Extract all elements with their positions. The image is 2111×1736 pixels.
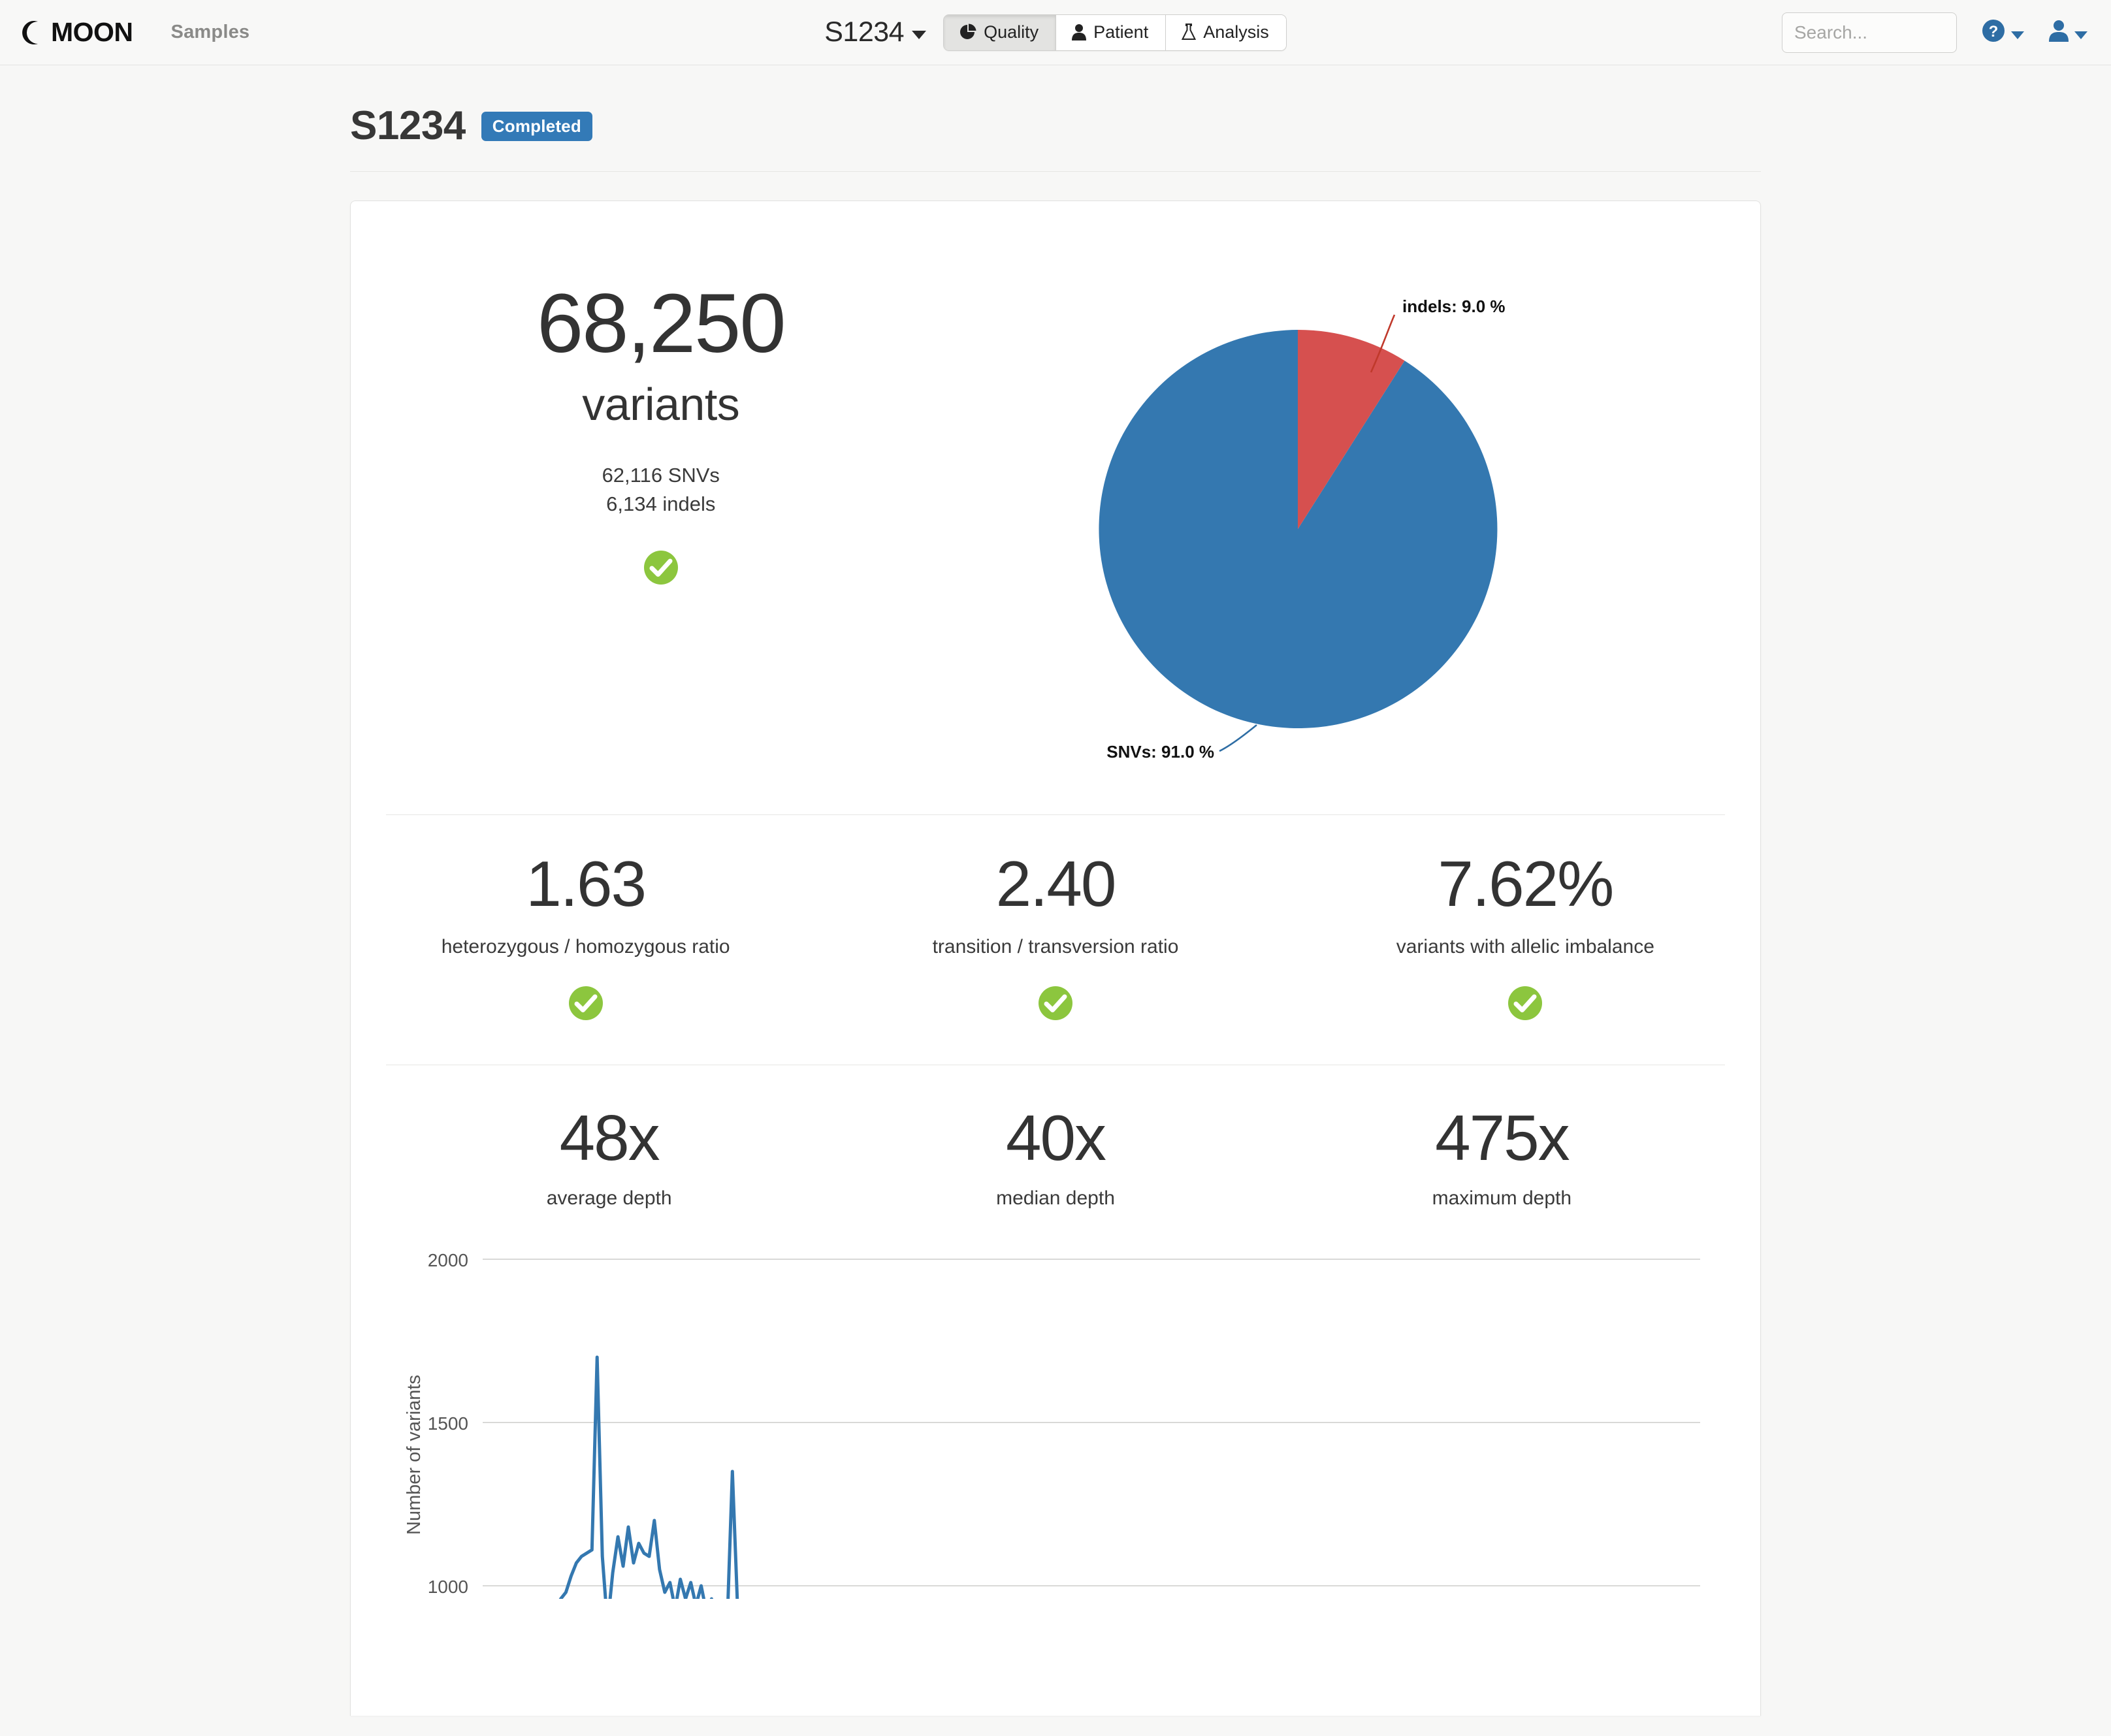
metric-label: median depth — [832, 1185, 1278, 1211]
depth-metrics-row: 48x average depth 40x median depth 475x … — [386, 1065, 1725, 1233]
navbar-right-group: ? — [1782, 12, 2087, 53]
caret-down-icon — [912, 31, 926, 39]
y-axis-tick-label: 1500 — [428, 1413, 468, 1434]
caret-down-icon — [2011, 31, 2024, 39]
y-axis-tick-label: 2000 — [428, 1250, 468, 1270]
caret-down-icon — [2074, 31, 2087, 39]
variants-count: 68,250 — [351, 282, 971, 366]
metric-median-depth: 40x median depth — [832, 1106, 1278, 1211]
depth-distribution-chart: 1000 1500 2000 Number of variants — [386, 1233, 1725, 1599]
tab-patient-label: Patient — [1093, 24, 1148, 41]
metric-label: transition / transversion ratio — [820, 934, 1290, 959]
quality-patient-analysis-tabs: Quality Patient Analysis — [943, 14, 1287, 51]
metric-average-depth: 48x average depth — [386, 1106, 832, 1211]
metric-maximum-depth: 475x maximum depth — [1279, 1106, 1725, 1211]
metric-value: 40x — [832, 1106, 1278, 1170]
quality-card: 68,250 variants 62,116 SNVs 6,134 indels — [350, 201, 1761, 1716]
indel-count: 6,134 indels — [351, 490, 971, 519]
depth-section: 48x average depth 40x median depth 475x … — [351, 1065, 1760, 1599]
metric-status — [820, 986, 1290, 1024]
y-axis-title: Number of variants — [404, 1375, 425, 1535]
help-menu[interactable]: ? — [1982, 19, 2024, 46]
tab-quality[interactable]: Quality — [944, 15, 1056, 50]
page-header: S1234 Completed — [350, 106, 1761, 172]
crescent-moon-icon — [21, 20, 43, 46]
metric-value: 1.63 — [351, 852, 820, 916]
question-circle-icon: ? — [1982, 19, 2005, 46]
svg-text:?: ? — [1989, 23, 1999, 40]
metric-label: average depth — [386, 1185, 832, 1211]
metric-het-hom-ratio: 1.63 heterozygous / homozygous ratio — [351, 852, 820, 1024]
check-circle-icon — [1507, 986, 1543, 1024]
page-container: S1234 Completed 68,250 variants 62,116 S… — [350, 65, 1761, 1716]
variants-status — [351, 550, 971, 588]
variants-breakdown: 62,116 SNVs 6,134 indels — [351, 461, 971, 519]
metric-value: 2.40 — [820, 852, 1290, 916]
tab-patient[interactable]: Patient — [1056, 15, 1166, 50]
metric-value: 7.62% — [1291, 852, 1760, 916]
nav-link-samples[interactable]: Samples — [171, 22, 250, 43]
metric-status — [351, 986, 820, 1024]
variants-unit-label: variants — [351, 381, 971, 427]
ratio-metrics-section: 1.63 heterozygous / homozygous ratio 2.4… — [351, 815, 1760, 1065]
variants-section: 68,250 variants 62,116 SNVs 6,134 indels — [351, 201, 1760, 814]
metric-allelic-imbalance: 7.62% variants with allelic imbalance — [1291, 852, 1760, 1024]
brand-name: MOON — [51, 19, 133, 46]
pie-chart-icon — [959, 24, 976, 40]
user-icon — [1072, 24, 1086, 40]
brand-logo[interactable]: MOON — [21, 19, 133, 46]
tab-analysis[interactable]: Analysis — [1166, 15, 1286, 50]
page-body: S1234 Completed 68,250 variants 62,116 S… — [0, 65, 2111, 1716]
pie-label-snvs: SNVs: 91.0 % — [1106, 742, 1214, 762]
check-circle-icon — [643, 550, 679, 588]
metric-label: heterozygous / homozygous ratio — [351, 934, 820, 959]
sample-selector-label: S1234 — [824, 18, 904, 46]
metric-value: 48x — [386, 1106, 832, 1170]
snv-indel-pie-chart: indels: 9.0 % SNVs: 91.0 % — [971, 242, 1760, 780]
tab-analysis-label: Analysis — [1203, 24, 1269, 41]
tab-quality-label: Quality — [984, 24, 1039, 41]
metric-status — [1291, 986, 1760, 1024]
user-icon — [2049, 20, 2069, 45]
variants-summary: 68,250 variants 62,116 SNVs 6,134 indels — [351, 242, 971, 588]
user-menu[interactable] — [2049, 20, 2087, 45]
page-title: S1234 — [350, 106, 466, 146]
top-navbar: MOON Samples S1234 Quality — [0, 0, 2111, 65]
pie-label-indels: indels: 9.0 % — [1402, 297, 1506, 316]
status-badge: Completed — [481, 112, 592, 141]
metric-ti-tv-ratio: 2.40 transition / transversion ratio — [820, 852, 1290, 1024]
search-input[interactable] — [1782, 12, 1957, 53]
depth-distribution-line — [483, 1357, 1050, 1599]
snv-count: 62,116 SNVs — [351, 461, 971, 490]
sample-selector[interactable]: S1234 — [824, 18, 926, 46]
check-circle-icon — [1038, 986, 1073, 1024]
metric-label: maximum depth — [1279, 1185, 1725, 1211]
y-axis-tick-label: 1000 — [428, 1577, 468, 1597]
metric-value: 475x — [1279, 1106, 1725, 1170]
flask-icon — [1182, 24, 1196, 40]
metric-label: variants with allelic imbalance — [1291, 934, 1760, 959]
check-circle-icon — [568, 986, 604, 1024]
